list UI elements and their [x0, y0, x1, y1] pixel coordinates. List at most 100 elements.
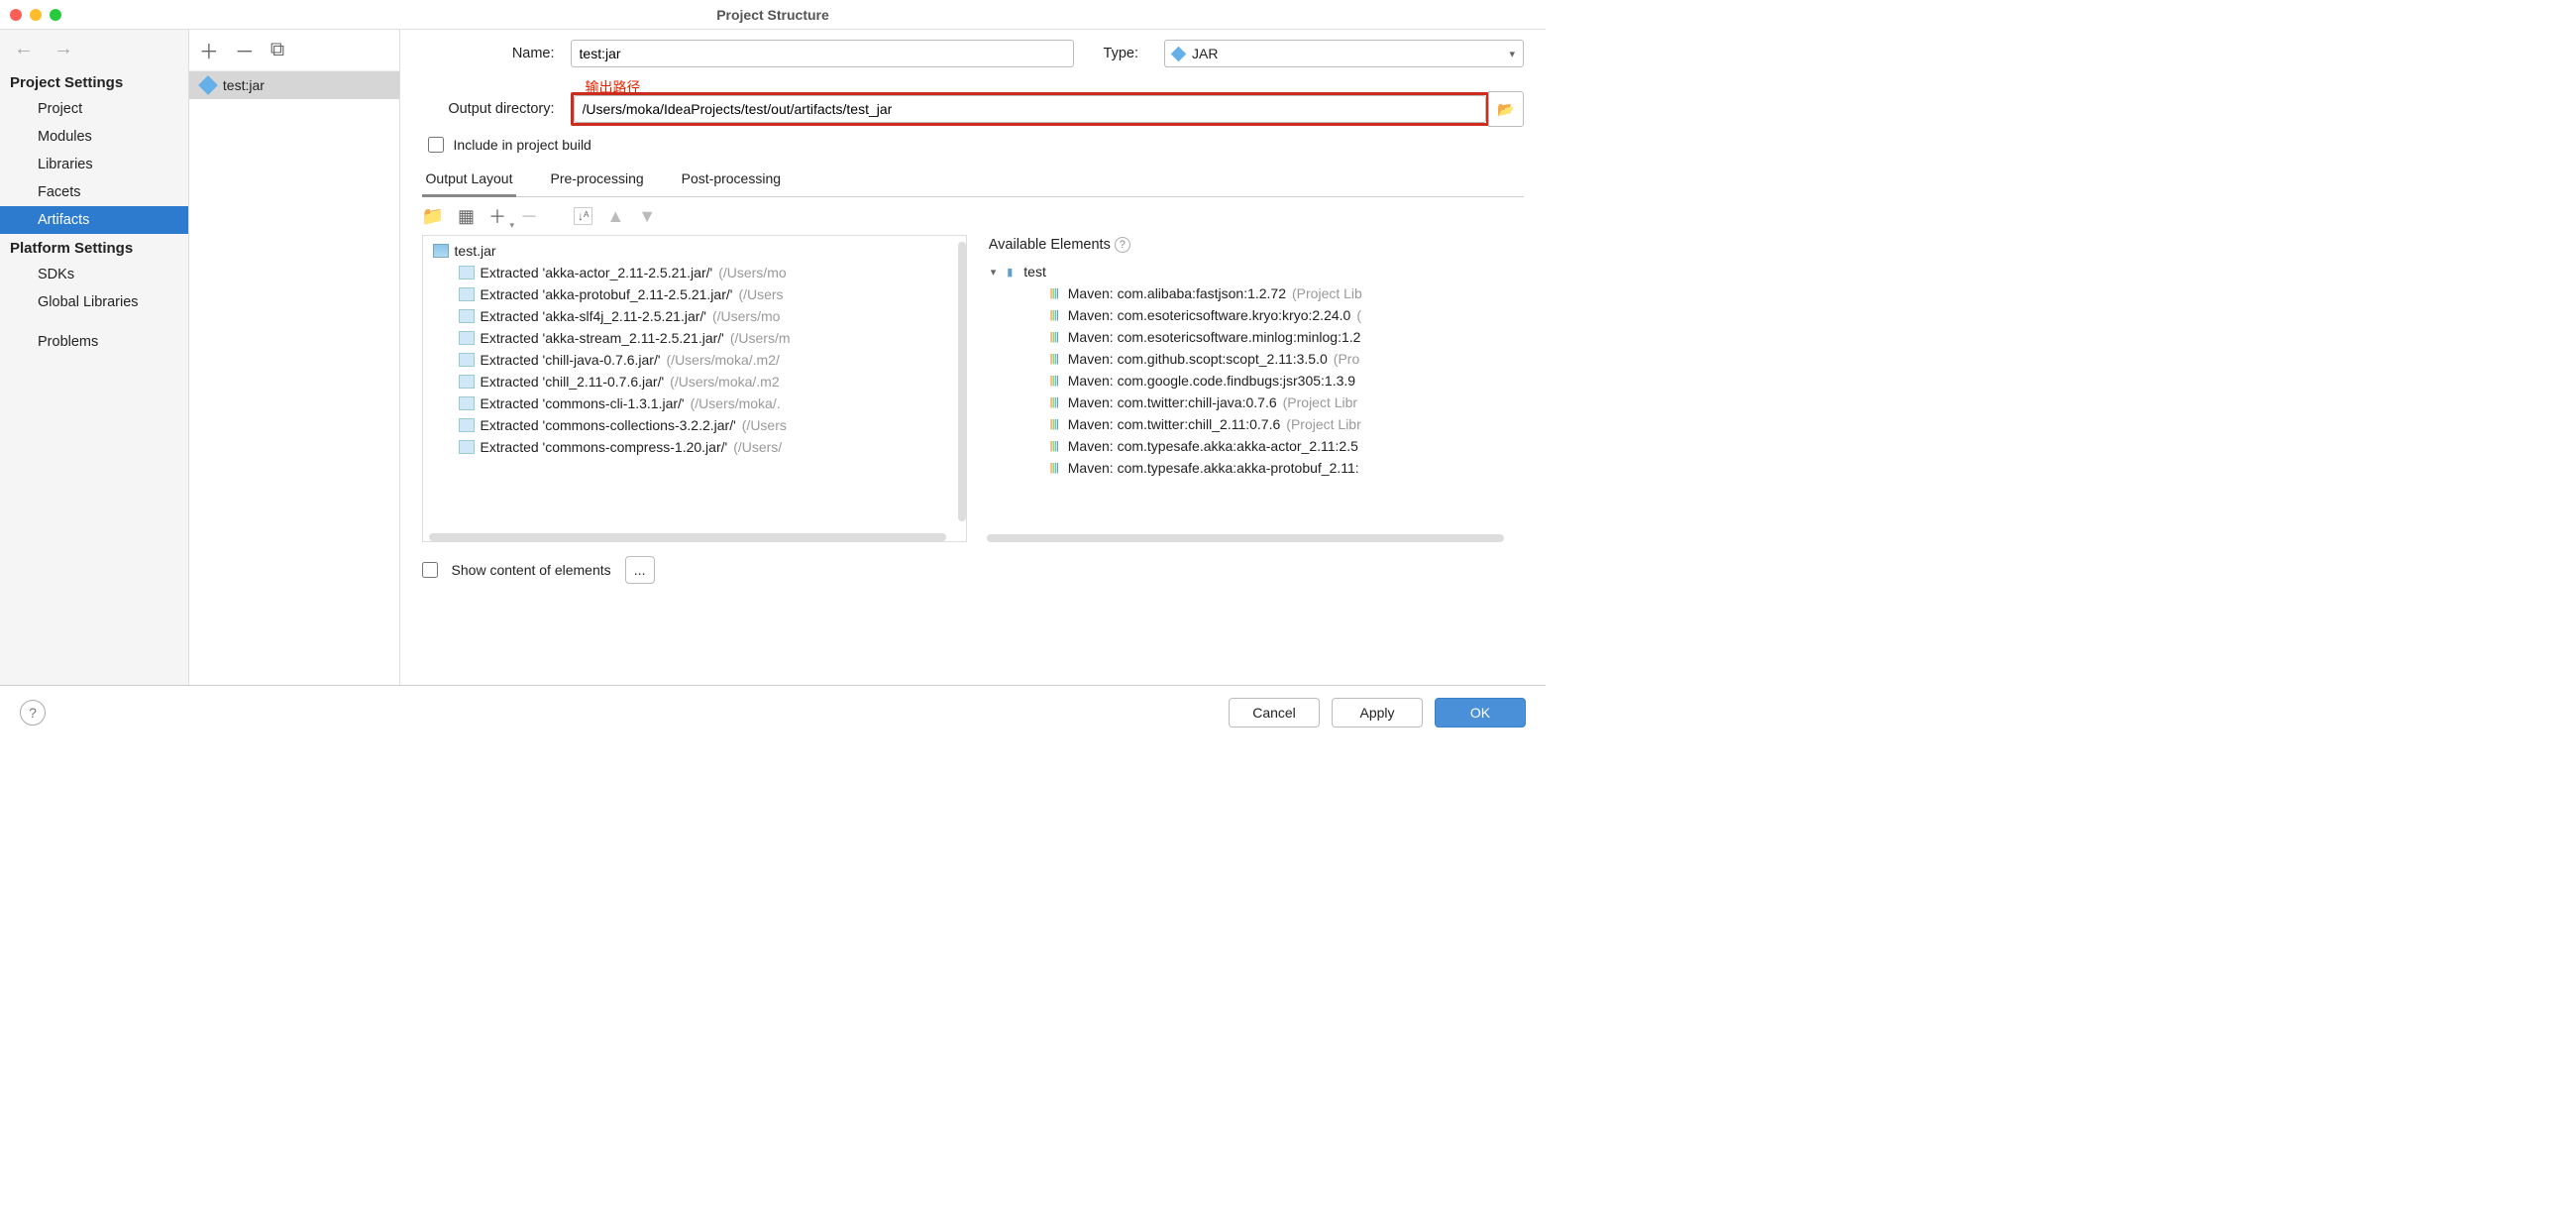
- tree-item[interactable]: Extracted 'akka-slf4j_2.11-2.5.21.jar/' …: [423, 305, 966, 327]
- h-scrollbar[interactable]: [429, 533, 946, 541]
- sidebar-item-global-libraries[interactable]: Global Libraries: [0, 288, 188, 316]
- new-folder-icon[interactable]: 📁: [422, 206, 444, 227]
- tree-item[interactable]: Extracted 'commons-compress-1.20.jar/' (…: [423, 436, 966, 458]
- zoom-window-icon[interactable]: [50, 9, 61, 21]
- library-icon: [1046, 330, 1062, 344]
- cancel-button[interactable]: Cancel: [1229, 698, 1320, 727]
- more-button[interactable]: ...: [625, 556, 655, 584]
- output-directory-field: [571, 92, 1489, 126]
- titlebar: Project Structure: [0, 0, 1546, 30]
- show-content-label: Show content of elements: [452, 562, 611, 578]
- window-controls: [10, 9, 61, 21]
- chevron-down-icon: [1509, 48, 1515, 60]
- folder-icon: ▮: [1002, 265, 1018, 279]
- tab-output-layout[interactable]: Output Layout: [422, 165, 517, 197]
- apply-button[interactable]: Apply: [1332, 698, 1423, 727]
- tree-item[interactable]: Maven: com.twitter:chill-java:0.7.6 (Pro…: [981, 392, 1524, 413]
- artifact-icon: [198, 75, 218, 95]
- name-input[interactable]: [571, 40, 1074, 67]
- add-copy-icon[interactable]: ＋: [488, 203, 506, 229]
- tree-item[interactable]: Maven: com.alibaba:fastjson:1.2.72 (Proj…: [981, 282, 1524, 304]
- tree-item[interactable]: Maven: com.google.code.findbugs:jsr305:1…: [981, 370, 1524, 392]
- tab-post-processing[interactable]: Post-processing: [678, 165, 785, 196]
- include-build-checkbox[interactable]: [428, 137, 444, 153]
- tree-root[interactable]: test.jar: [423, 240, 966, 262]
- copy-artifact-icon[interactable]: ⧉: [270, 39, 284, 61]
- include-build-label: Include in project build: [454, 137, 591, 153]
- nav-forward-icon[interactable]: →: [54, 38, 73, 60]
- nav-back-icon[interactable]: ←: [14, 38, 34, 60]
- sidebar-item-modules[interactable]: Modules: [0, 123, 188, 151]
- minimize-window-icon[interactable]: [30, 9, 42, 21]
- extracted-icon: [459, 418, 475, 432]
- chevron-down-icon: [991, 266, 997, 279]
- extracted-icon: [459, 331, 475, 345]
- new-archive-icon[interactable]: ▦: [458, 206, 475, 227]
- extracted-icon: [459, 396, 475, 410]
- help-button[interactable]: ?: [20, 700, 46, 726]
- tree-item[interactable]: Maven: com.github.scopt:scopt_2.11:3.5.0…: [981, 348, 1524, 370]
- library-icon: [1046, 395, 1062, 409]
- help-icon[interactable]: ?: [1115, 237, 1130, 253]
- tree-item[interactable]: Extracted 'akka-actor_2.11-2.5.21.jar/' …: [423, 262, 966, 283]
- tree-item[interactable]: Extracted 'commons-collections-3.2.2.jar…: [423, 414, 966, 436]
- artifact-item-label: test:jar: [223, 77, 265, 93]
- extracted-icon: [459, 353, 475, 367]
- tree-item[interactable]: Maven: com.esotericsoftware.minlog:minlo…: [981, 326, 1524, 348]
- jar-icon: [433, 244, 449, 258]
- tree-item[interactable]: Extracted 'chill-java-0.7.6.jar/' (/User…: [423, 349, 966, 371]
- artifact-list-item[interactable]: test:jar: [189, 71, 399, 99]
- browse-folder-button[interactable]: 📂: [1488, 91, 1524, 127]
- available-heading: Available Elements: [989, 237, 1111, 253]
- section-heading-platform: Platform Settings: [0, 234, 188, 261]
- outdir-label: Output directory:: [422, 101, 571, 117]
- tree-item[interactable]: Maven: com.twitter:chill_2.11:0.7.6 (Pro…: [981, 413, 1524, 435]
- h-scrollbar[interactable]: [987, 534, 1504, 542]
- jar-type-icon: [1171, 46, 1187, 61]
- library-icon: [1046, 286, 1062, 300]
- sidebar-item-project[interactable]: Project: [0, 95, 188, 123]
- outdir-input[interactable]: [574, 95, 1486, 123]
- remove-icon[interactable]: －: [520, 203, 538, 229]
- type-select[interactable]: JAR: [1164, 40, 1524, 67]
- sidebar: ← → Project Settings Project Modules Lib…: [0, 30, 189, 685]
- library-icon: [1046, 439, 1062, 453]
- extracted-icon: [459, 309, 475, 323]
- move-up-icon[interactable]: ▲: [606, 206, 624, 227]
- sidebar-item-sdks[interactable]: SDKs: [0, 261, 188, 288]
- sidebar-item-libraries[interactable]: Libraries: [0, 151, 188, 178]
- v-scrollbar[interactable]: [958, 242, 966, 521]
- folder-open-icon: 📂: [1497, 101, 1514, 118]
- tree-item[interactable]: Extracted 'akka-stream_2.11-2.5.21.jar/'…: [423, 327, 966, 349]
- tree-root[interactable]: ▮test: [981, 261, 1524, 282]
- close-window-icon[interactable]: [10, 9, 22, 21]
- tree-item[interactable]: Maven: com.esotericsoftware.kryo:kryo:2.…: [981, 304, 1524, 326]
- remove-artifact-icon[interactable]: －: [235, 36, 255, 64]
- tree-item[interactable]: Extracted 'commons-cli-1.3.1.jar/' (/Use…: [423, 392, 966, 414]
- tab-pre-processing[interactable]: Pre-processing: [546, 165, 647, 196]
- sidebar-item-artifacts[interactable]: Artifacts: [0, 206, 188, 234]
- extracted-icon: [459, 287, 475, 301]
- window-title: Project Structure: [716, 7, 829, 23]
- name-label: Name:: [422, 46, 571, 61]
- ok-button[interactable]: OK: [1435, 698, 1526, 727]
- library-icon: [1046, 417, 1062, 431]
- type-label: Type:: [1104, 46, 1154, 61]
- sort-icon[interactable]: ↓ᴬ: [574, 207, 592, 225]
- extracted-icon: [459, 440, 475, 454]
- sidebar-item-problems[interactable]: Problems: [0, 328, 188, 356]
- available-elements-tree[interactable]: Available Elements ? ▮testMaven: com.ali…: [981, 235, 1524, 542]
- section-heading-project: Project Settings: [0, 68, 188, 95]
- move-down-icon[interactable]: ▼: [638, 206, 656, 227]
- library-icon: [1046, 374, 1062, 388]
- artifact-tabs: Output Layout Pre-processing Post-proces…: [422, 165, 1524, 197]
- tree-item[interactable]: Extracted 'chill_2.11-0.7.6.jar/' (/User…: [423, 371, 966, 392]
- sidebar-item-facets[interactable]: Facets: [0, 178, 188, 206]
- tree-item[interactable]: Maven: com.typesafe.akka:akka-actor_2.11…: [981, 435, 1524, 457]
- tree-item[interactable]: Extracted 'akka-protobuf_2.11-2.5.21.jar…: [423, 283, 966, 305]
- add-artifact-icon[interactable]: ＋: [199, 36, 219, 64]
- show-content-checkbox[interactable]: [422, 562, 438, 578]
- output-layout-tree[interactable]: test.jarExtracted 'akka-actor_2.11-2.5.2…: [422, 235, 967, 542]
- details-pane: Name: Type: JAR 输出路径 Output directory: 📂: [400, 30, 1546, 685]
- tree-item[interactable]: Maven: com.typesafe.akka:akka-protobuf_2…: [981, 457, 1524, 479]
